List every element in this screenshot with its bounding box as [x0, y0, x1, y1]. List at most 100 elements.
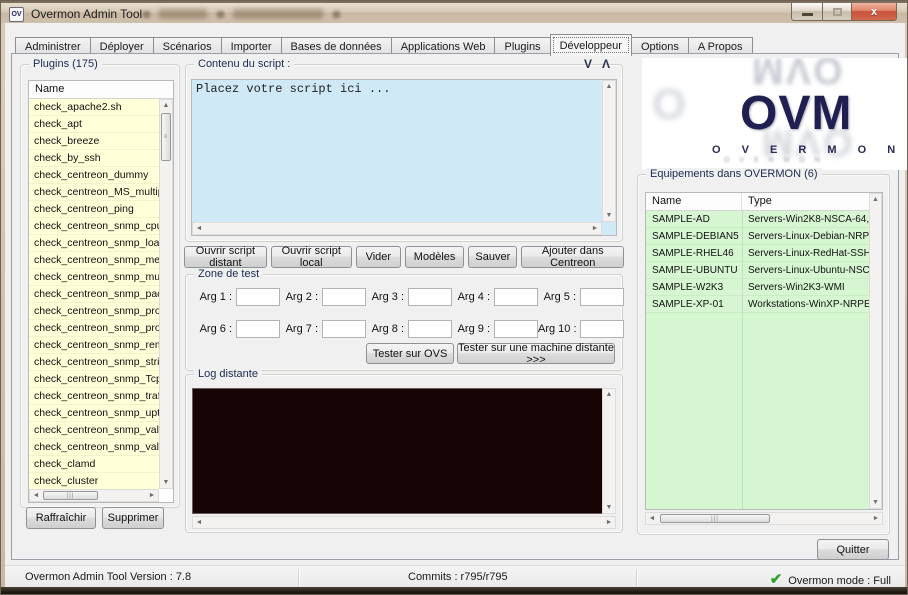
arg-input[interactable]	[408, 287, 452, 306]
plugin-row[interactable]: check_centreon_snmp_process_d	[29, 320, 160, 337]
name-column-header[interactable]: Name	[646, 193, 742, 210]
scroll-right-icon[interactable]: ►	[146, 490, 158, 501]
arg-input[interactable]	[236, 319, 280, 338]
equipment-row[interactable]: SAMPLE-XP-01 Workstations-WinXP-NRPE-32	[646, 296, 869, 313]
arg-input[interactable]	[494, 287, 538, 306]
equipment-table[interactable]: Name Type SAMPLE-AD Servers-Win2K8-NSCA-…	[645, 192, 883, 510]
scroll-down-icon[interactable]: ▼	[870, 497, 881, 508]
scroll-up-icon[interactable]: ▲	[160, 100, 172, 111]
maximize-button[interactable]	[823, 3, 852, 21]
plugin-row[interactable]: check_apache2.sh	[29, 99, 160, 116]
quit-button[interactable]: Quitter	[817, 539, 889, 560]
arg-input[interactable]	[580, 319, 624, 338]
test-on-ovs-button[interactable]: Tester sur OVS	[366, 343, 454, 364]
tab-developpeur[interactable]: Développeur	[549, 34, 632, 56]
plugin-row[interactable]: check_centreon_snmp_traffic	[29, 388, 160, 405]
arg-label: Arg 3 :	[371, 290, 404, 303]
scroll-up-icon[interactable]: ▲	[870, 194, 881, 205]
script-editor[interactable]: Placez votre script ici ... ▲ ▼ ◄ ►	[191, 79, 617, 236]
script-content[interactable]: Placez votre script ici ...	[196, 82, 600, 220]
plugin-row[interactable]: check_centreon_snmp_cpu	[29, 218, 160, 235]
arg-input[interactable]	[322, 287, 366, 306]
clear-button[interactable]: Vider	[355, 246, 402, 268]
scroll-down-icon[interactable]: ▼	[160, 477, 172, 488]
script-vertical-scrollbar[interactable]: ▲ ▼	[602, 80, 616, 222]
plugins-list-header[interactable]: Name	[29, 81, 173, 99]
scroll-down-icon[interactable]: ▼	[603, 210, 615, 221]
plugin-row[interactable]: check_centreon_snmp_string	[29, 354, 160, 371]
scroll-left-icon[interactable]: ◄	[30, 490, 42, 501]
plugins-name-column-header[interactable]: Name	[35, 83, 64, 95]
plugin-row[interactable]: check_centreon_snmp_uptime	[29, 405, 160, 422]
plugin-row[interactable]: check_centreon_snmp_value_tabl	[29, 439, 160, 456]
plugins-list-body: check_apache2.sh check_apt check_breeze …	[29, 99, 160, 489]
plugin-row[interactable]: check_centreon_snmp_process	[29, 303, 160, 320]
templates-button[interactable]: Modèles	[405, 246, 465, 268]
equipment-row[interactable]: SAMPLE-DEBIAN5 Servers-Linux-Debian-NRPE…	[646, 228, 869, 245]
add-to-centreon-button[interactable]: Ajouter dans Centreon	[521, 245, 624, 269]
test-remote-machine-button[interactable]: Tester sur une machine distante >>>	[457, 342, 615, 366]
equipment-row[interactable]: SAMPLE-W2K3 Servers-Win2K3-WMI	[646, 279, 869, 296]
save-button[interactable]: Sauver	[468, 246, 518, 268]
arg-input[interactable]	[236, 287, 280, 306]
scrollbar-thumb[interactable]: ≡	[161, 113, 171, 161]
plugin-row[interactable]: check_centreon_snmp_remote_stc	[29, 337, 160, 354]
plugins-horizontal-scrollbar[interactable]: ◄ ||| ►	[29, 489, 159, 502]
arg-input[interactable]	[408, 319, 452, 338]
type-column-header[interactable]: Type	[742, 193, 772, 210]
plugin-row[interactable]: check_clamd	[29, 456, 160, 473]
plugin-row[interactable]: check_apt	[29, 116, 160, 133]
plugin-row[interactable]: check_centreon_dummy	[29, 167, 160, 184]
plugin-row[interactable]: check_centreon_snmp_multiple_pr	[29, 269, 160, 286]
scrollbar-thumb[interactable]: |||	[660, 514, 770, 523]
plugins-list[interactable]: Name check_apache2.sh check_apt check_br…	[28, 80, 174, 503]
plugin-row[interactable]: check_centreon_snmp_memory	[29, 252, 160, 269]
log-vertical-scrollbar[interactable]: ▲ ▼	[602, 388, 616, 514]
minimize-button[interactable]	[791, 3, 823, 21]
plugin-row[interactable]: check_centreon_snmp_value	[29, 422, 160, 439]
collapse-up-icon[interactable]: Λ	[602, 57, 610, 71]
test-zone-group: Zone de test Arg 1 : Arg 2 : Arg 3: Arg…	[185, 268, 624, 371]
remote-log-output[interactable]	[192, 388, 604, 514]
scroll-left-icon[interactable]: ◄	[193, 223, 205, 234]
plugin-row[interactable]: check_cluster	[29, 473, 160, 489]
scroll-right-icon[interactable]: ►	[589, 223, 601, 234]
equipment-row[interactable]: SAMPLE-RHEL46 Servers-Linux-RedHat-SSH,S…	[646, 245, 869, 262]
test-zone-label: Zone de test	[194, 268, 264, 280]
delete-button[interactable]: Supprimer	[102, 507, 164, 529]
titlebar[interactable]: OV Overmon Admin Tool x	[1, 1, 907, 23]
arg-field: Arg 8 :	[366, 319, 452, 338]
arg-input[interactable]	[580, 287, 624, 306]
scroll-left-icon[interactable]: ◄	[193, 517, 205, 528]
plugin-row[interactable]: check_by_ssh	[29, 150, 160, 167]
plugins-buttons: Raffraîchir Supprimer	[26, 507, 164, 529]
scroll-right-icon[interactable]: ►	[603, 517, 615, 528]
equipment-vertical-scrollbar[interactable]: ▲ ▼	[869, 193, 882, 509]
scroll-left-icon[interactable]: ◄	[646, 513, 658, 524]
scroll-up-icon[interactable]: ▲	[603, 389, 615, 400]
scroll-down-icon[interactable]: ▼	[603, 502, 615, 513]
redacted-separator	[143, 11, 150, 18]
plugin-row[interactable]: check_centreon_snmp_loadaverag	[29, 235, 160, 252]
scroll-right-icon[interactable]: ►	[870, 513, 882, 524]
open-local-script-button[interactable]: Ouvrir script local	[270, 245, 352, 269]
plugin-row[interactable]: check_centreon_snmp_packetErro	[29, 286, 160, 303]
plugin-row[interactable]: check_centreon_MS_multiple_serv	[29, 184, 160, 201]
scroll-up-icon[interactable]: ▲	[603, 81, 615, 92]
collapse-down-icon[interactable]: V	[584, 57, 592, 71]
plugin-row[interactable]: check_breeze	[29, 133, 160, 150]
plugins-vertical-scrollbar[interactable]: ▲ ≡ ▼	[159, 99, 173, 489]
plugin-row[interactable]: check_centreon_snmp_TcpConn	[29, 371, 160, 388]
scrollbar-thumb[interactable]: |||	[43, 491, 98, 500]
arg-input[interactable]	[322, 319, 366, 338]
equipment-row[interactable]: SAMPLE-UBUNTU Servers-Linux-Ubuntu-NSCA	[646, 262, 869, 279]
plugin-row[interactable]: check_centreon_ping	[29, 201, 160, 218]
refresh-button[interactable]: Raffraîchir	[26, 507, 96, 529]
script-horizontal-scrollbar[interactable]: ◄ ►	[192, 222, 602, 235]
equipment-row[interactable]: SAMPLE-AD Servers-Win2K8-NSCA-64,Servers…	[646, 211, 869, 228]
close-button[interactable]: x	[852, 3, 897, 21]
log-horizontal-scrollbar[interactable]: ◄ ►	[192, 516, 616, 529]
open-remote-script-button[interactable]: Ouvrir script distant	[184, 245, 267, 269]
arg-input[interactable]	[494, 319, 538, 338]
equipment-horizontal-scrollbar[interactable]: ◄ ||| ►	[645, 512, 883, 525]
